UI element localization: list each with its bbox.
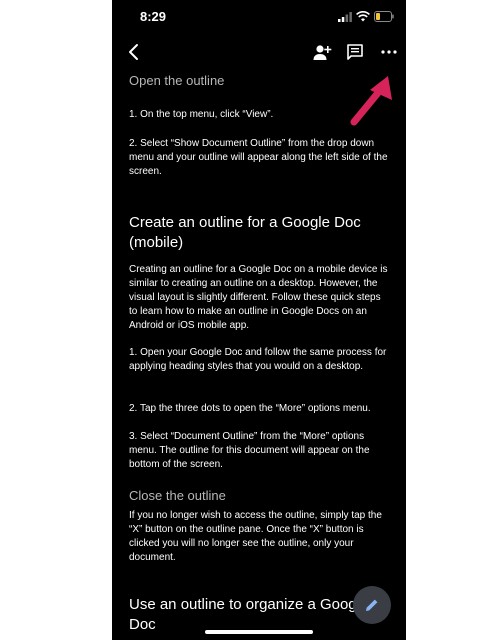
section-heading: Close the outline [129, 488, 226, 503]
add-person-icon[interactable] [312, 43, 332, 61]
paragraph: If you no longer wish to access the outl… [129, 510, 382, 563]
comment-icon[interactable] [346, 43, 364, 61]
annotation-arrow-icon [350, 76, 392, 126]
status-time: 8:29 [140, 9, 167, 24]
section-heading: Create an outline for a Google Doc (mobi… [129, 214, 361, 251]
paragraph: 2. Select “Show Document Outline” from t… [129, 138, 388, 177]
status-bar: 8:29 [112, 0, 406, 34]
edit-fab-button[interactable] [353, 586, 391, 624]
pencil-icon [366, 599, 378, 611]
document-body[interactable]: Open the outline 1. On the top menu, cli… [129, 70, 391, 640]
paragraph: Creating an outline for a Google Doc on … [129, 264, 388, 331]
phone-screen: 8:29 Open the outline 1. On the top menu… [112, 0, 406, 640]
more-dots-icon[interactable] [380, 44, 398, 60]
paragraph: 2. Tap the three dots to open the “More”… [129, 403, 371, 414]
home-indicator[interactable] [205, 630, 313, 634]
doc-toolbar [112, 36, 406, 70]
paragraph: 3. Select “Document Outline” from the “M… [129, 431, 370, 470]
back-chevron-icon[interactable] [126, 42, 142, 62]
wifi-icon [356, 11, 370, 22]
section-heading: Open the outline [129, 73, 225, 88]
section-heading: Use an outline to organize a Google Doc [129, 596, 369, 633]
paragraph: 1. Open your Google Doc and follow the s… [129, 347, 387, 372]
battery-icon [374, 11, 394, 22]
signal-icon [338, 12, 352, 22]
